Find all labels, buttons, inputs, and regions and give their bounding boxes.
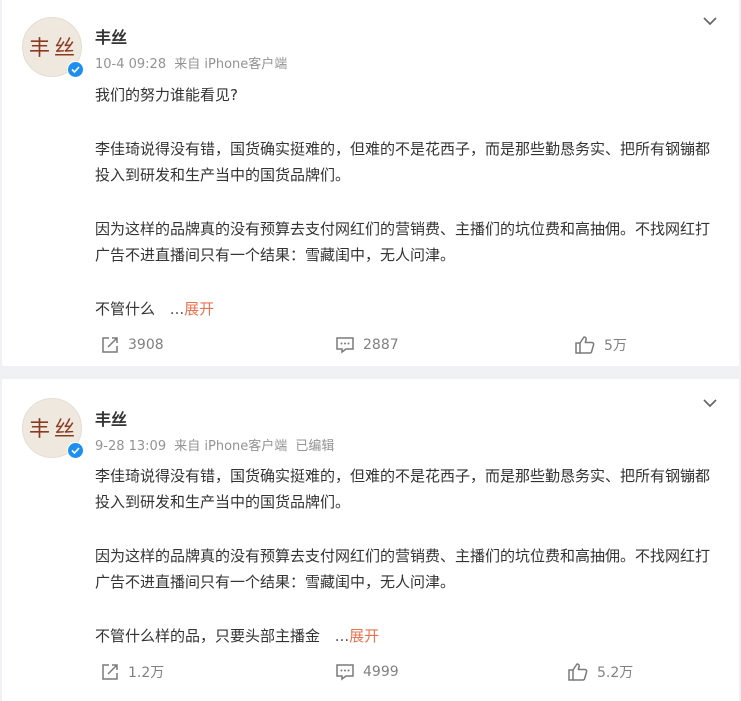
author-name[interactable]: 丰丝 bbox=[95, 406, 127, 430]
comment-count: 4999 bbox=[363, 664, 399, 680]
chevron-down-icon[interactable] bbox=[701, 394, 719, 412]
post-truncated: 不管什么 ...展开 bbox=[95, 300, 215, 318]
post-paragraph: 李佳琦说得没有错，国货确实挺难的，但难的不是花西子，而是那些勤恳务实、把所有钢镚… bbox=[95, 140, 711, 184]
post-date[interactable]: 10-4 09:28 bbox=[95, 57, 166, 72]
chevron-down-icon[interactable] bbox=[701, 12, 719, 30]
repost-button[interactable]: 3908 bbox=[100, 335, 164, 355]
like-count: 5.2万 bbox=[597, 665, 634, 681]
comment-button[interactable]: 4999 bbox=[335, 662, 399, 682]
action-bar: 1.2万 4999 5.2万 bbox=[2, 662, 739, 686]
comment-icon bbox=[336, 337, 354, 354]
repost-icon bbox=[102, 664, 118, 680]
post-meta: 9-28 13:09 来自 iPhone客户端 已编辑 bbox=[95, 435, 338, 454]
post-date[interactable]: 9-28 13:09 bbox=[95, 439, 166, 454]
verified-badge-icon bbox=[67, 61, 84, 78]
post-paragraph: 因为这样的品牌真的没有预算去支付网红们的营销费、主播们的坑位费和高抽佣。不找网红… bbox=[95, 220, 711, 264]
like-icon bbox=[568, 663, 588, 681]
repost-button[interactable]: 1.2万 bbox=[100, 662, 164, 682]
post-meta: 10-4 09:28 来自 iPhone客户端 bbox=[95, 53, 291, 72]
action-bar: 3908 2887 5万 bbox=[2, 335, 739, 359]
post-truncated: 不管什么样的品，只要头部主播金 ...展开 bbox=[95, 627, 380, 645]
like-button[interactable]: 5.2万 bbox=[567, 662, 633, 682]
post-card: 丰丝 丰丝 9-28 13:09 来自 iPhone客户端 已编辑 李佳琦说得没… bbox=[2, 379, 739, 701]
expand-link[interactable]: 展开 bbox=[349, 627, 379, 645]
expand-link[interactable]: 展开 bbox=[184, 300, 214, 318]
like-icon bbox=[575, 336, 595, 354]
repost-count: 3908 bbox=[128, 337, 164, 353]
post-paragraph: 我们的努力谁能看见? bbox=[95, 86, 238, 104]
comment-count: 2887 bbox=[363, 337, 399, 353]
comment-button[interactable]: 2887 bbox=[335, 335, 399, 355]
post-paragraph: 李佳琦说得没有错，国货确实挺难的，但难的不是花西子，而是那些勤恳务实、把所有钢镚… bbox=[95, 467, 711, 511]
post-card: 丰丝 丰丝 10-4 09:28 来自 iPhone客户端 我们的努力谁能看见?… bbox=[2, 0, 739, 366]
edited-label[interactable]: 已编辑 bbox=[295, 439, 334, 454]
verified-badge-icon bbox=[67, 442, 84, 459]
like-count: 5万 bbox=[604, 338, 627, 354]
avatar[interactable]: 丰丝 bbox=[22, 398, 84, 459]
post-text: 我们的努力谁能看见? 李佳琦说得没有错，国货确实挺难的，但难的不是花西子，而是那… bbox=[95, 82, 717, 322]
avatar[interactable]: 丰丝 bbox=[22, 17, 84, 78]
post-text: 李佳琦说得没有错，国货确实挺难的，但难的不是花西子，而是那些勤恳务实、把所有钢镚… bbox=[95, 463, 717, 649]
post-paragraph: 因为这样的品牌真的没有预算去支付网红们的营销费、主播们的坑位费和高抽佣。不找网红… bbox=[95, 547, 711, 591]
comment-icon bbox=[336, 664, 354, 681]
like-button[interactable]: 5万 bbox=[574, 335, 627, 355]
author-name[interactable]: 丰丝 bbox=[95, 24, 127, 48]
repost-icon bbox=[102, 337, 118, 353]
post-source: 来自 iPhone客户端 bbox=[174, 439, 288, 454]
post-source: 来自 iPhone客户端 bbox=[174, 57, 288, 72]
repost-count: 1.2万 bbox=[128, 665, 165, 681]
